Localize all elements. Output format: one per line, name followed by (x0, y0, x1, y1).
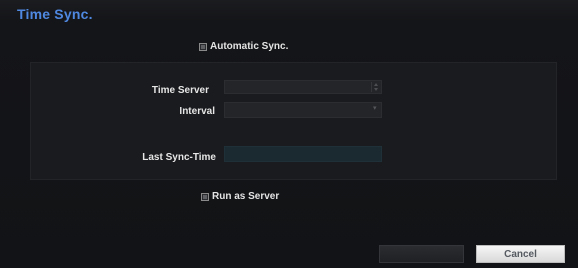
dialog-title: Time Sync. (17, 6, 93, 22)
cancel-button[interactable]: Cancel (476, 245, 565, 263)
spin-arrows-icon[interactable] (371, 82, 379, 92)
run-as-server-checkbox[interactable]: Run as Server (201, 191, 279, 202)
checkbox-icon[interactable] (199, 42, 207, 51)
run-as-server-label: Run as Server (212, 191, 280, 202)
interval-label: Interval (179, 106, 215, 117)
time-sync-dialog: Time Sync. Automatic Sync. Time Server I… (0, 0, 578, 268)
interval-dropdown[interactable]: ▾ (224, 102, 382, 118)
automatic-sync-checkbox[interactable]: Automatic Sync. (199, 41, 288, 52)
cancel-button-label: Cancel (504, 248, 537, 260)
time-server-label: Time Server (151, 85, 209, 96)
chevron-down-icon: ▾ (373, 105, 377, 112)
last-sync-time-field (224, 146, 382, 162)
checkbox-icon[interactable] (201, 192, 209, 201)
time-server-input[interactable] (224, 80, 382, 94)
automatic-sync-label: Automatic Sync. (210, 41, 289, 52)
last-sync-time-label: Last Sync-Time (142, 152, 216, 163)
ok-button[interactable] (379, 245, 464, 263)
